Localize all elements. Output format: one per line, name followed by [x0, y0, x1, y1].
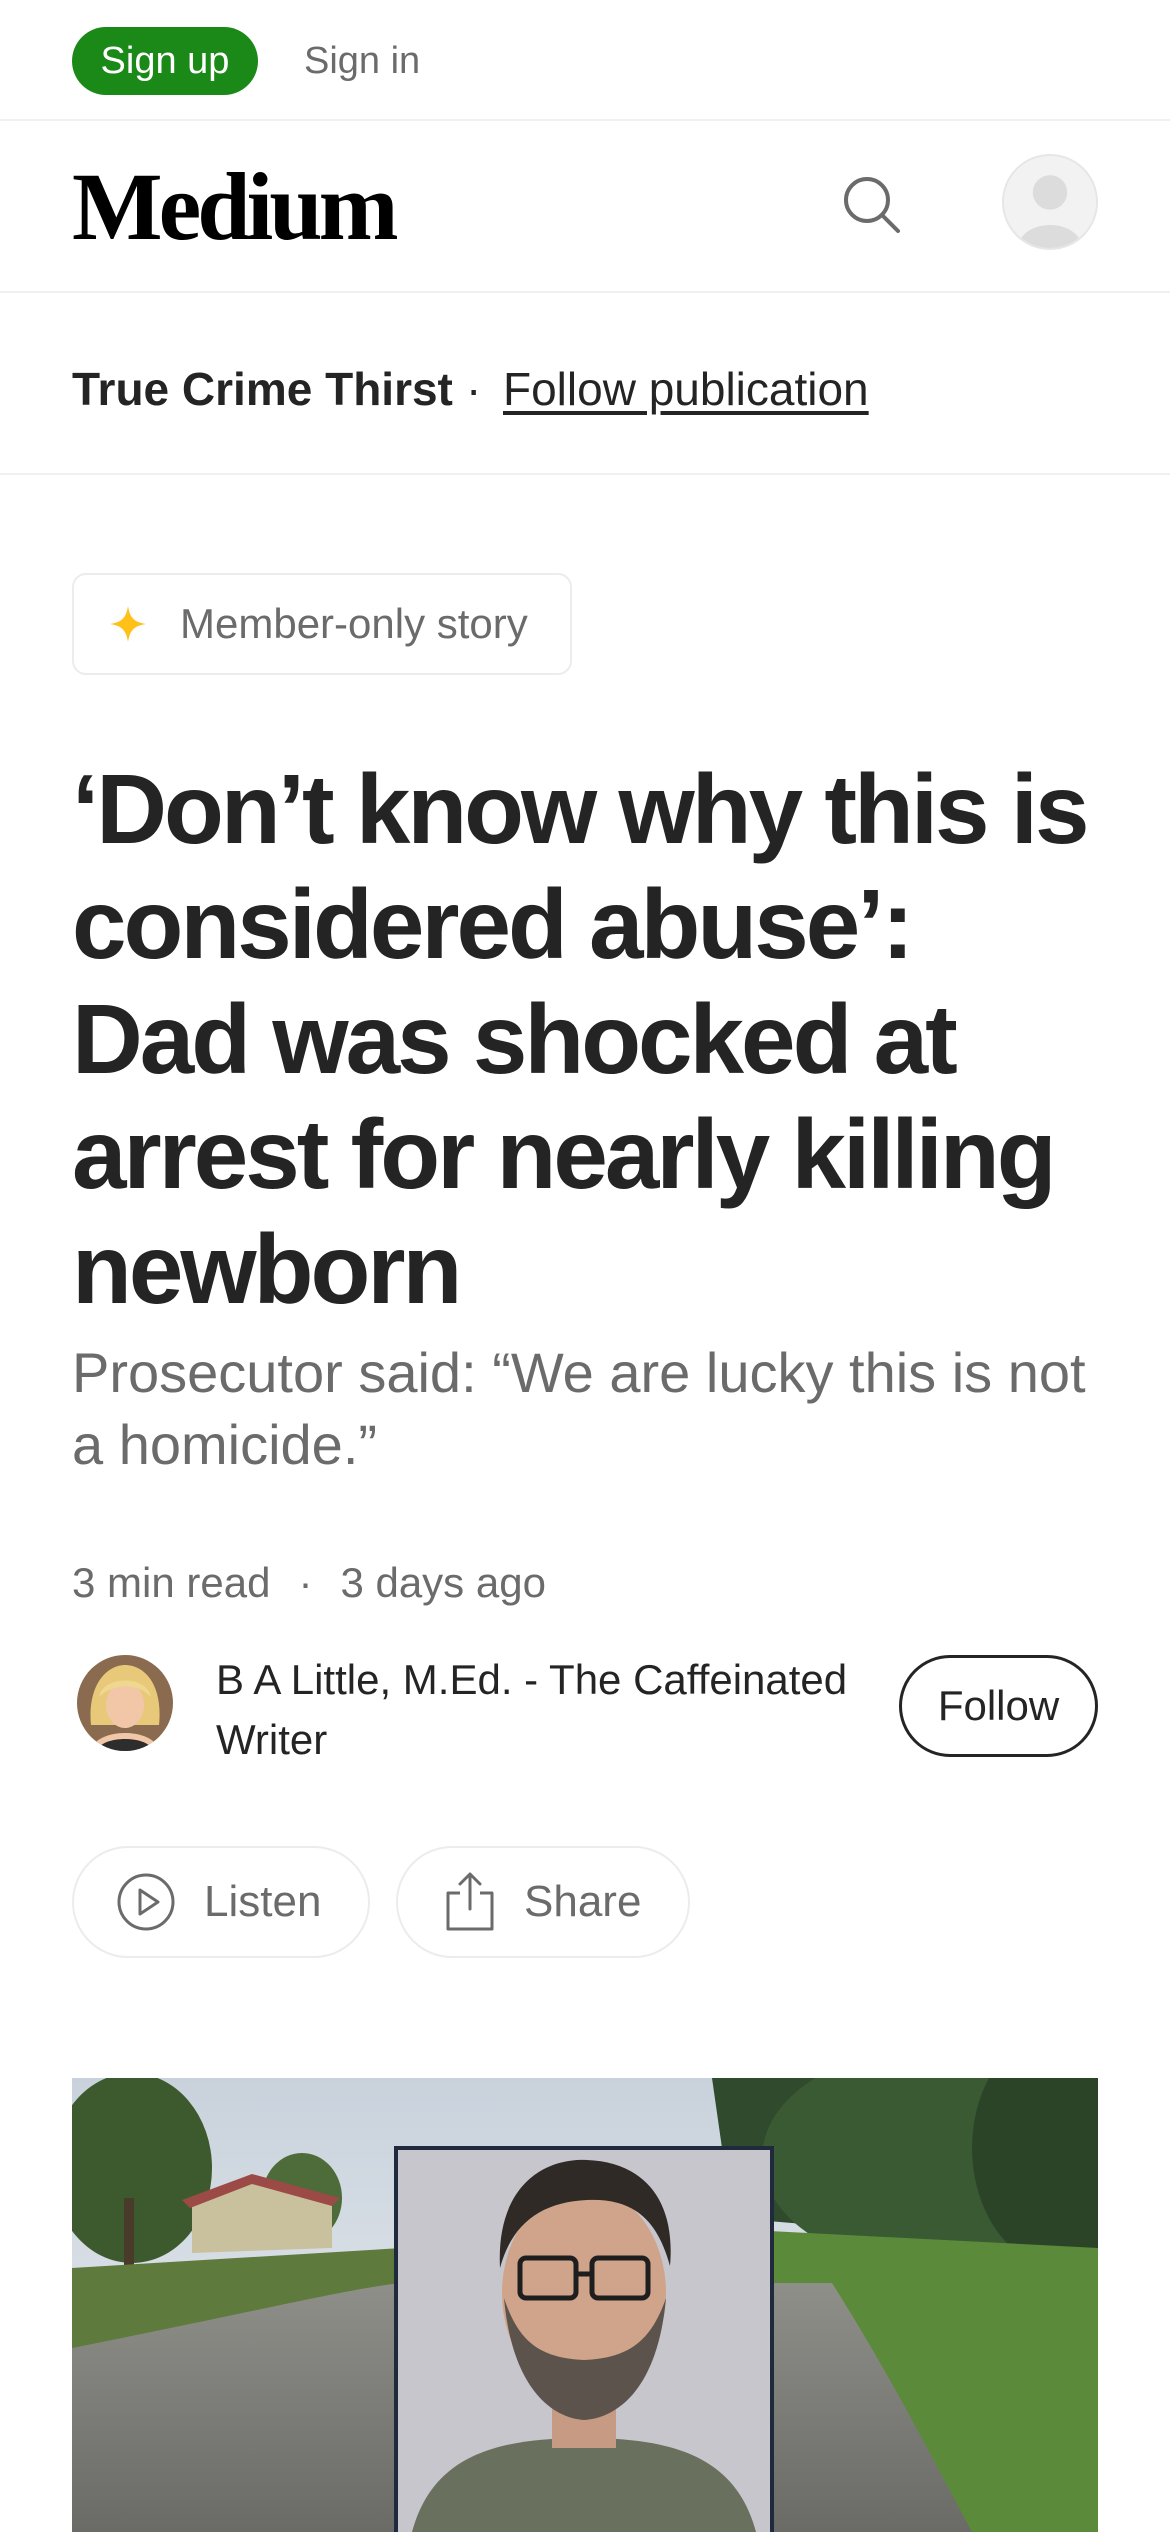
separator-dot: ·: [466, 363, 482, 415]
signin-link[interactable]: Sign in: [304, 36, 420, 86]
publication-name[interactable]: True Crime Thirst: [72, 361, 453, 417]
member-only-label: Member-only story: [180, 600, 528, 647]
signup-button[interactable]: Sign up: [72, 27, 258, 95]
meta-separator: ·: [298, 1559, 313, 1606]
share-icon: [446, 1872, 494, 1931]
share-button[interactable]: Share: [396, 1846, 690, 1958]
hero-photo: [72, 2078, 1098, 2532]
read-time: 3 min read: [72, 1559, 271, 1606]
author-name[interactable]: B A Little, M.Ed. - The Caffeinated Writ…: [216, 1650, 896, 1770]
medium-logo[interactable]: Medium: [72, 157, 399, 257]
published-date: 3 days ago: [340, 1559, 546, 1606]
site-header: Medium: [0, 121, 1170, 293]
user-avatar-button[interactable]: [1002, 154, 1098, 250]
article-subtitle: Prosecutor said: “We are lucky this is n…: [72, 1341, 1086, 1476]
follow-author-button[interactable]: Follow: [899, 1655, 1098, 1757]
member-only-badge: Member-only story: [72, 573, 572, 675]
share-label: Share: [524, 1877, 642, 1926]
sparkle-star-icon: [110, 606, 146, 642]
auth-bar: Sign up Sign in: [0, 0, 1170, 121]
article-hero-image: [72, 2078, 1098, 2532]
listen-label: Listen: [204, 1877, 322, 1926]
author-avatar[interactable]: [77, 1655, 173, 1751]
publication-bar: True Crime Thirst · Follow publication: [0, 293, 1170, 475]
listen-button[interactable]: Listen: [72, 1846, 370, 1958]
article-meta: 3 min read · 3 days ago: [72, 1556, 546, 1610]
follow-publication-link[interactable]: Follow publication: [503, 361, 869, 417]
article-title: ‘Don’t know why this is considered abuse…: [72, 754, 1090, 1324]
user-avatar-icon: [1004, 156, 1096, 248]
search-icon[interactable]: [838, 171, 904, 237]
author-photo: [77, 1655, 173, 1751]
play-icon: [117, 1873, 175, 1931]
